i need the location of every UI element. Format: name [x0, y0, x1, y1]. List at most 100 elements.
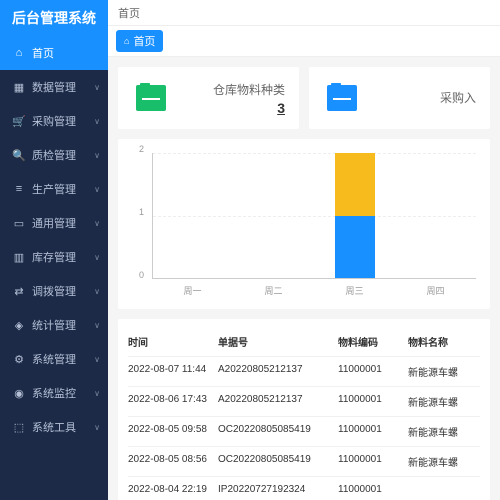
menu-label: 首页 — [32, 45, 100, 61]
chart-plot — [152, 153, 476, 279]
tab-bar: ⌂ 首页 — [108, 26, 500, 57]
menu-label: 系统监控 — [32, 385, 94, 401]
bar-col — [395, 153, 476, 278]
home-icon: ⌂ — [124, 36, 129, 46]
table-row[interactable]: 2022-08-05 09:58 OC20220805085419 110000… — [128, 417, 480, 447]
chart-x-axis: 周一周二周三周四 — [152, 281, 476, 299]
chevron-down-icon: ∨ — [94, 185, 100, 194]
bars — [153, 153, 476, 278]
menu-label: 采购管理 — [32, 113, 94, 129]
cell-time: 2022-08-05 08:56 — [128, 454, 218, 469]
cell-name: 新能源车螺 — [408, 424, 480, 439]
table-panel: 时间 单据号 物料编码 物料名称 2022-08-07 11:44 A20220… — [118, 319, 490, 500]
y-tick: 1 — [139, 207, 144, 217]
cell-doc: OC20220805085419 — [218, 454, 338, 469]
menu-icon: ▥ — [12, 250, 26, 264]
menu-icon: ≡ — [12, 182, 26, 196]
card-text: 仓库物料种类 3 — [182, 81, 285, 116]
sidebar-item-5[interactable]: ▭ 通用管理 ∨ — [0, 206, 108, 240]
chevron-down-icon: ∨ — [94, 117, 100, 126]
bar-col — [153, 153, 234, 278]
cell-code: 11000001 — [338, 394, 408, 409]
cell-name — [408, 484, 480, 495]
card-icon — [132, 79, 170, 117]
menu-icon: ▦ — [12, 80, 26, 94]
col-doc: 单据号 — [218, 334, 338, 349]
chevron-down-icon: ∨ — [94, 151, 100, 160]
cell-code: 11000001 — [338, 484, 408, 495]
menu-icon: ⇄ — [12, 284, 26, 298]
card-icon — [323, 79, 361, 117]
card-value: 3 — [182, 100, 285, 116]
bar-segment — [335, 216, 375, 279]
cell-name: 新能源车螺 — [408, 364, 480, 379]
menu-icon: ▭ — [12, 216, 26, 230]
menu-label: 系统工具 — [32, 419, 94, 435]
menu-icon: ◉ — [12, 386, 26, 400]
menu-label: 统计管理 — [32, 317, 94, 333]
cell-time: 2022-08-07 11:44 — [128, 364, 218, 379]
sidebar-item-7[interactable]: ⇄ 调拨管理 ∨ — [0, 274, 108, 308]
stat-cards: 仓库物料种类 3 采购入 — [118, 67, 490, 129]
col-time: 时间 — [128, 334, 218, 349]
menu-icon: 🛒 — [12, 114, 26, 128]
y-tick: 2 — [139, 144, 144, 154]
cell-time: 2022-08-06 17:43 — [128, 394, 218, 409]
sidebar-item-6[interactable]: ▥ 库存管理 ∨ — [0, 240, 108, 274]
card-text: 采购入 — [373, 89, 476, 108]
cell-time: 2022-08-05 09:58 — [128, 424, 218, 439]
bar-chart: 012周一周二周三周四 — [128, 149, 480, 299]
cell-doc: OC20220805085419 — [218, 424, 338, 439]
table-header: 时间 单据号 物料编码 物料名称 — [128, 327, 480, 357]
chevron-down-icon: ∨ — [94, 389, 100, 398]
x-tick: 周四 — [395, 281, 476, 299]
chevron-down-icon: ∨ — [94, 83, 100, 92]
cell-doc: A20220805212137 — [218, 364, 338, 379]
sidebar-item-0[interactable]: ⌂ 首页 — [0, 36, 108, 70]
menu-icon: ◈ — [12, 318, 26, 332]
card-title: 仓库物料种类 — [182, 81, 285, 98]
menu-label: 通用管理 — [32, 215, 94, 231]
cell-time: 2022-08-04 22:19 — [128, 484, 218, 495]
table-row[interactable]: 2022-08-06 17:43 A20220805212137 1100000… — [128, 387, 480, 417]
col-code: 物料编码 — [338, 334, 408, 349]
bar-col — [315, 153, 396, 278]
chart-panel: 012周一周二周三周四 — [118, 139, 490, 309]
tab-home[interactable]: ⌂ 首页 — [116, 30, 163, 52]
x-tick: 周一 — [152, 281, 233, 299]
table-row[interactable]: 2022-08-04 22:19 IP20220727192324 110000… — [128, 477, 480, 500]
chevron-down-icon: ∨ — [94, 253, 100, 262]
sidebar-item-4[interactable]: ≡ 生产管理 ∨ — [0, 172, 108, 206]
menu-label: 质检管理 — [32, 147, 94, 163]
cell-name: 新能源车螺 — [408, 394, 480, 409]
card-title: 采购入 — [373, 89, 476, 106]
stat-card-0[interactable]: 仓库物料种类 3 — [118, 67, 299, 129]
sidebar-menu: ⌂ 首页 ▦ 数据管理 ∨🛒 采购管理 ∨🔍 质检管理 ∨≡ 生产管理 ∨▭ 通… — [0, 36, 108, 500]
sidebar-item-8[interactable]: ◈ 统计管理 ∨ — [0, 308, 108, 342]
chevron-down-icon: ∨ — [94, 287, 100, 296]
stat-card-1[interactable]: 采购入 — [309, 67, 490, 129]
cell-name: 新能源车螺 — [408, 454, 480, 469]
table-row[interactable]: 2022-08-05 08:56 OC20220805085419 110000… — [128, 447, 480, 477]
x-tick: 周二 — [233, 281, 314, 299]
cell-code: 11000001 — [338, 364, 408, 379]
menu-icon: ⬚ — [12, 420, 26, 434]
menu-label: 生产管理 — [32, 181, 94, 197]
sidebar-item-10[interactable]: ◉ 系统监控 ∨ — [0, 376, 108, 410]
table-row[interactable]: 2022-08-07 11:44 A20220805212137 1100000… — [128, 357, 480, 387]
chevron-down-icon: ∨ — [94, 321, 100, 330]
breadcrumb-bar: 首页 — [108, 0, 500, 26]
sidebar-item-9[interactable]: ⚙ 系统管理 ∨ — [0, 342, 108, 376]
cell-doc: A20220805212137 — [218, 394, 338, 409]
sidebar-item-2[interactable]: 🛒 采购管理 ∨ — [0, 104, 108, 138]
chevron-down-icon: ∨ — [94, 219, 100, 228]
sidebar-item-11[interactable]: ⬚ 系统工具 ∨ — [0, 410, 108, 444]
breadcrumb: 首页 — [118, 5, 140, 21]
logo: 后台管理系统 — [0, 0, 108, 36]
sidebar-item-3[interactable]: 🔍 质检管理 ∨ — [0, 138, 108, 172]
sidebar-item-1[interactable]: ▦ 数据管理 ∨ — [0, 70, 108, 104]
chart-y-axis: 012 — [128, 149, 148, 279]
tab-label: 首页 — [133, 33, 155, 49]
sidebar: 后台管理系统 ⌂ 首页 ▦ 数据管理 ∨🛒 采购管理 ∨🔍 质检管理 ∨≡ 生产… — [0, 0, 108, 500]
menu-icon: ⚙ — [12, 352, 26, 366]
